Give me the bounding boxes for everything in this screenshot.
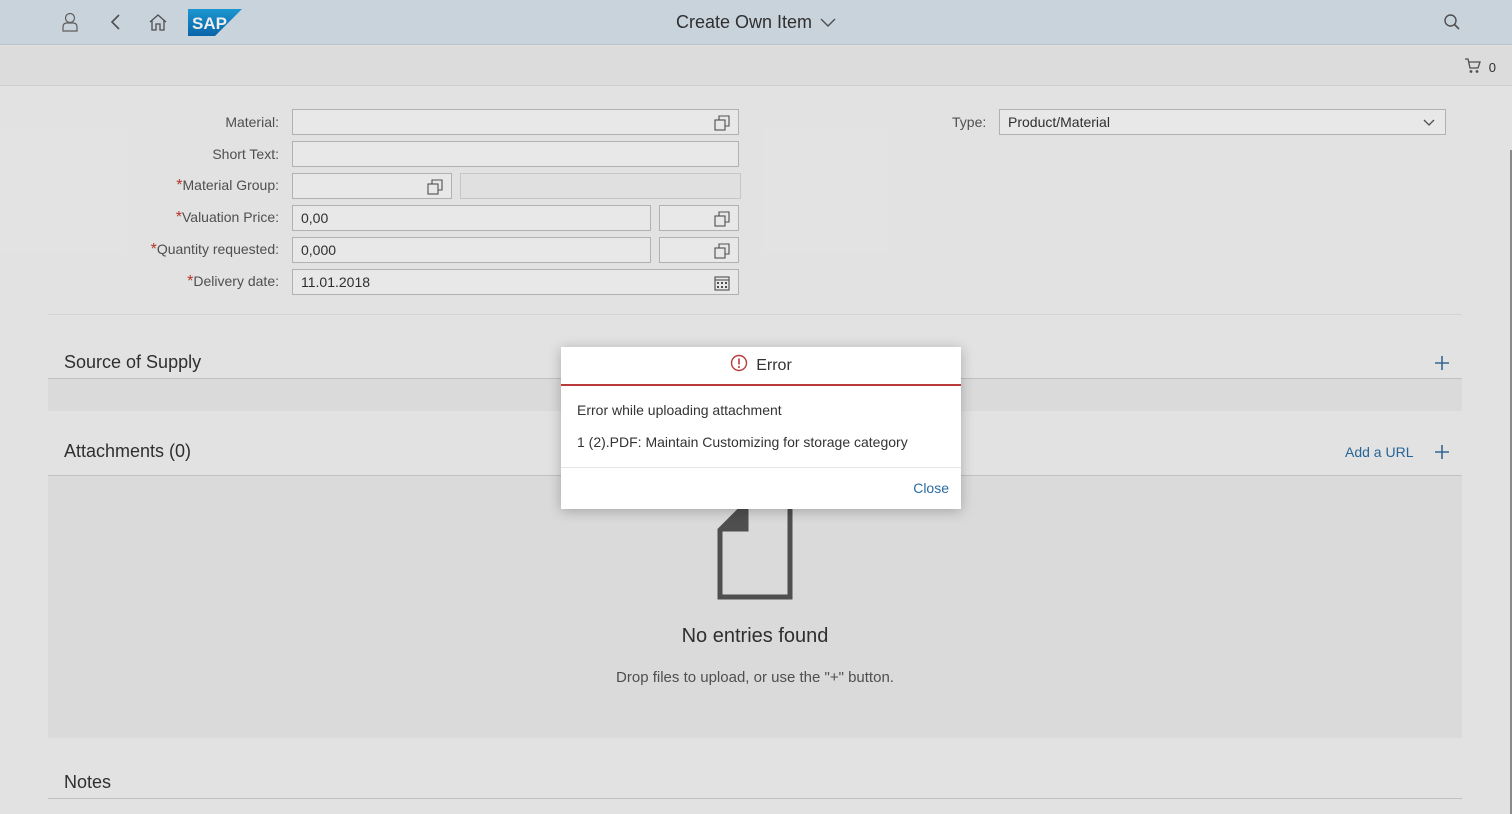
error-icon	[730, 354, 748, 377]
close-button[interactable]: Close	[913, 480, 949, 496]
dialog-title: Error	[756, 356, 792, 374]
dialog-footer: Close	[561, 468, 961, 507]
error-message: Error while uploading attachment	[577, 402, 782, 418]
dialog-header: Error	[561, 347, 961, 386]
error-dialog: Error Error while uploading attachment 1…	[561, 347, 961, 509]
error-detail: 1 (2).PDF: Maintain Customizing for stor…	[577, 434, 908, 450]
dialog-body: Error while uploading attachment 1 (2).P…	[561, 386, 961, 468]
